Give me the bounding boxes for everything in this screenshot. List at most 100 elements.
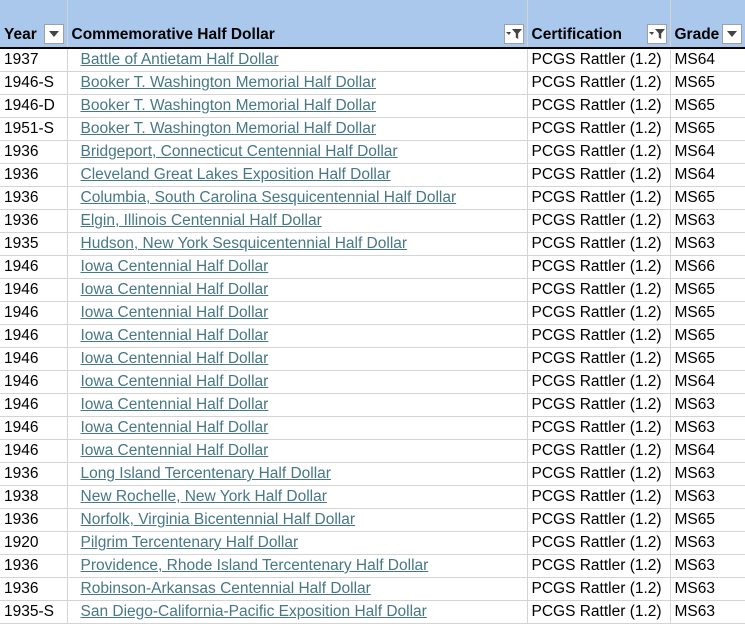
header-grade[interactable]: Grade [670, 0, 745, 49]
year-cell[interactable]: 1935 [0, 232, 68, 256]
year-cell[interactable]: 1936 [0, 462, 68, 486]
grade-cell[interactable]: MS64 [670, 163, 745, 187]
certification-cell[interactable]: PCGS Rattler (1.2) [527, 94, 671, 118]
coin-link[interactable]: Iowa Centennial Half Dollar [81, 327, 269, 344]
certification-cell[interactable]: PCGS Rattler (1.2) [527, 140, 671, 164]
grade-cell[interactable]: MS63 [670, 209, 745, 233]
coin-link[interactable]: Long Island Tercentenary Half Dollar [81, 465, 331, 482]
coin-link[interactable]: Bridgeport, Connecticut Centennial Half … [81, 143, 398, 160]
coin-link[interactable]: Cleveland Great Lakes Exposition Half Do… [81, 166, 391, 183]
certification-cell[interactable]: PCGS Rattler (1.2) [527, 531, 671, 555]
coin-link[interactable]: Booker T. Washington Memorial Half Dolla… [81, 97, 376, 114]
grade-cell[interactable]: MS64 [670, 48, 745, 72]
certification-cell[interactable]: PCGS Rattler (1.2) [527, 393, 671, 417]
grade-cell[interactable]: MS63 [670, 485, 745, 509]
coin-cell[interactable]: Robinson-Arkansas Centennial Half Dollar [67, 577, 528, 601]
coin-link[interactable]: Iowa Centennial Half Dollar [81, 350, 269, 367]
coin-cell[interactable]: Iowa Centennial Half Dollar [67, 416, 528, 440]
coin-cell[interactable]: San Diego-California-Pacific Exposition … [67, 600, 528, 624]
certification-cell[interactable]: PCGS Rattler (1.2) [527, 508, 671, 532]
certification-cell[interactable]: PCGS Rattler (1.2) [527, 71, 671, 95]
coin-cell[interactable]: Iowa Centennial Half Dollar [67, 393, 528, 417]
header-certification[interactable]: Certification [527, 0, 671, 49]
certification-cell[interactable]: PCGS Rattler (1.2) [527, 232, 671, 256]
certification-cell[interactable]: PCGS Rattler (1.2) [527, 324, 671, 348]
grade-cell[interactable]: MS63 [670, 577, 745, 601]
header-year[interactable]: Year [0, 0, 68, 49]
coin-link[interactable]: Booker T. Washington Memorial Half Dolla… [81, 120, 376, 137]
coin-cell[interactable]: Norfolk, Virginia Bicentennial Half Doll… [67, 508, 528, 532]
grade-cell[interactable]: MS63 [670, 531, 745, 555]
grade-cell[interactable]: MS65 [670, 94, 745, 118]
year-cell[interactable]: 1936 [0, 577, 68, 601]
year-cell[interactable]: 1946 [0, 278, 68, 302]
coin-link[interactable]: New Rochelle, New York Half Dollar [81, 488, 327, 505]
coin-cell[interactable]: Booker T. Washington Memorial Half Dolla… [67, 71, 528, 95]
coin-link[interactable]: Battle of Antietam Half Dollar [81, 51, 279, 68]
grade-cell[interactable]: MS65 [670, 71, 745, 95]
coin-link[interactable]: Iowa Centennial Half Dollar [81, 281, 269, 298]
grade-cell[interactable]: MS64 [670, 439, 745, 463]
grade-cell[interactable]: MS65 [670, 301, 745, 325]
coin-link[interactable]: Iowa Centennial Half Dollar [81, 419, 269, 436]
coin-cell[interactable]: Battle of Antietam Half Dollar [67, 48, 528, 72]
coin-cell[interactable]: Pilgrim Tercentenary Half Dollar [67, 531, 528, 555]
coin-cell[interactable]: New Rochelle, New York Half Dollar [67, 485, 528, 509]
coin-cell[interactable]: Booker T. Washington Memorial Half Dolla… [67, 117, 528, 141]
filter-applied-icon[interactable] [646, 24, 667, 44]
coin-cell[interactable]: Iowa Centennial Half Dollar [67, 370, 528, 394]
coin-link[interactable]: Iowa Centennial Half Dollar [81, 396, 269, 413]
year-cell[interactable]: 1946 [0, 347, 68, 371]
year-cell[interactable]: 1946 [0, 255, 68, 279]
year-cell[interactable]: 1946 [0, 416, 68, 440]
year-cell[interactable]: 1936 [0, 186, 68, 210]
coin-link[interactable]: Iowa Centennial Half Dollar [81, 258, 269, 275]
year-cell[interactable]: 1946-S [0, 71, 68, 95]
year-cell[interactable]: 1936 [0, 163, 68, 187]
coin-cell[interactable]: Elgin, Illinois Centennial Half Dollar [67, 209, 528, 233]
coin-link[interactable]: Robinson-Arkansas Centennial Half Dollar [81, 580, 371, 597]
coin-link[interactable]: Norfolk, Virginia Bicentennial Half Doll… [81, 511, 356, 528]
grade-cell[interactable]: MS63 [670, 462, 745, 486]
year-cell[interactable]: 1946 [0, 393, 68, 417]
coin-cell[interactable]: Bridgeport, Connecticut Centennial Half … [67, 140, 528, 164]
certification-cell[interactable]: PCGS Rattler (1.2) [527, 278, 671, 302]
grade-cell[interactable]: MS63 [670, 416, 745, 440]
coin-link[interactable]: Iowa Centennial Half Dollar [81, 304, 269, 321]
certification-cell[interactable]: PCGS Rattler (1.2) [527, 117, 671, 141]
coin-cell[interactable]: Hudson, New York Sesquicentennial Half D… [67, 232, 528, 256]
coin-cell[interactable]: Iowa Centennial Half Dollar [67, 347, 528, 371]
year-cell[interactable]: 1946 [0, 324, 68, 348]
coin-cell[interactable]: Iowa Centennial Half Dollar [67, 255, 528, 279]
grade-cell[interactable]: MS65 [670, 324, 745, 348]
year-cell[interactable]: 1936 [0, 209, 68, 233]
coin-cell[interactable]: Long Island Tercentenary Half Dollar [67, 462, 528, 486]
certification-cell[interactable]: PCGS Rattler (1.2) [527, 163, 671, 187]
grade-cell[interactable]: MS65 [670, 278, 745, 302]
grade-cell[interactable]: MS63 [670, 554, 745, 578]
coin-cell[interactable]: Iowa Centennial Half Dollar [67, 324, 528, 348]
coin-cell[interactable]: Booker T. Washington Memorial Half Dolla… [67, 94, 528, 118]
year-cell[interactable]: 1936 [0, 508, 68, 532]
year-cell[interactable]: 1920 [0, 531, 68, 555]
certification-cell[interactable]: PCGS Rattler (1.2) [527, 209, 671, 233]
certification-cell[interactable]: PCGS Rattler (1.2) [527, 255, 671, 279]
coin-cell[interactable]: Providence, Rhode Island Tercentenary Ha… [67, 554, 528, 578]
filter-applied-icon[interactable] [503, 24, 524, 44]
grade-cell[interactable]: MS66 [670, 255, 745, 279]
dropdown-arrow-icon[interactable] [43, 24, 64, 44]
dropdown-arrow-icon[interactable] [722, 24, 742, 44]
grade-cell[interactable]: MS63 [670, 232, 745, 256]
coin-link[interactable]: San Diego-California-Pacific Exposition … [81, 603, 427, 620]
grade-cell[interactable]: MS63 [670, 393, 745, 417]
year-cell[interactable]: 1946 [0, 301, 68, 325]
coin-cell[interactable]: Iowa Centennial Half Dollar [67, 278, 528, 302]
coin-cell[interactable]: Columbia, South Carolina Sesquicentennia… [67, 186, 528, 210]
year-cell[interactable]: 1946-D [0, 94, 68, 118]
year-cell[interactable]: 1936 [0, 140, 68, 164]
coin-link[interactable]: Iowa Centennial Half Dollar [81, 373, 269, 390]
header-commemorative-half-dollar[interactable]: Commemorative Half Dollar [67, 0, 528, 49]
year-cell[interactable]: 1946 [0, 439, 68, 463]
year-cell[interactable]: 1946 [0, 370, 68, 394]
grade-cell[interactable]: MS65 [670, 117, 745, 141]
